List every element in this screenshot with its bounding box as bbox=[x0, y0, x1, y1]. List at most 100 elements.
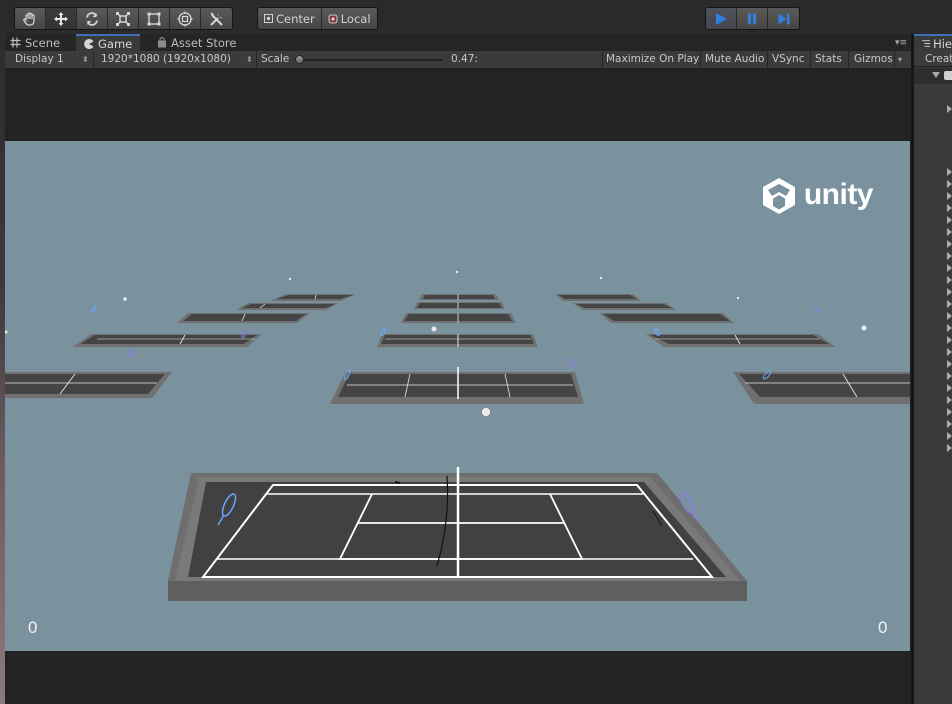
gizmos-dropdown-arrow-icon[interactable]: ▾ bbox=[898, 55, 902, 64]
play-button[interactable] bbox=[706, 8, 737, 29]
resolution-dropdown-arrow-icon: ⬍ bbox=[246, 55, 253, 64]
wrench-screwdriver-icon bbox=[209, 12, 223, 26]
expand-arrow-icon[interactable] bbox=[947, 228, 952, 236]
expand-arrow-icon[interactable] bbox=[947, 384, 952, 392]
game-viewport[interactable]: unity 0 0 bbox=[5, 141, 910, 651]
tennis-court bbox=[5, 372, 172, 398]
tab-asset-store-label: Asset Store bbox=[171, 35, 237, 50]
expand-arrow-icon[interactable] bbox=[947, 312, 952, 320]
unity-scene-icon bbox=[944, 71, 952, 80]
maximize-on-play-toggle[interactable]: Maximize On Play bbox=[606, 53, 699, 65]
view-tab-bar: Scene Game Asset Store ▾≡ bbox=[5, 34, 911, 51]
expand-arrow-icon[interactable] bbox=[947, 372, 952, 380]
custom-editor-tool-button[interactable] bbox=[201, 8, 232, 29]
near-middle-court-row bbox=[5, 367, 910, 404]
gizmos-toggle[interactable]: Gizmos bbox=[854, 53, 893, 65]
mute-audio-toggle[interactable]: Mute Audio bbox=[705, 53, 764, 65]
pivot-rotation-label: Local bbox=[340, 11, 371, 26]
ball-icon bbox=[431, 326, 437, 332]
expand-arrow-icon[interactable] bbox=[947, 444, 952, 452]
hierarchy-list-icon bbox=[922, 40, 931, 47]
expand-arrow-icon[interactable] bbox=[947, 192, 952, 200]
expand-arrow-icon[interactable] bbox=[947, 324, 952, 332]
hierarchy-create-dropdown[interactable]: Creat bbox=[914, 51, 952, 67]
expand-arrow-icon[interactable] bbox=[947, 180, 952, 188]
scale-icon bbox=[115, 11, 131, 26]
expand-arrow-icon[interactable] bbox=[932, 72, 940, 78]
scale-slider-track[interactable] bbox=[297, 59, 443, 61]
expand-arrow-icon[interactable] bbox=[947, 216, 952, 224]
racket-icon bbox=[814, 305, 820, 313]
expand-arrow-icon[interactable] bbox=[947, 420, 952, 428]
move-tool-button[interactable] bbox=[46, 8, 77, 29]
expand-arrow-icon[interactable] bbox=[947, 252, 952, 260]
move-icon bbox=[54, 11, 68, 26]
hierarchy-panel: Hie Creat bbox=[914, 34, 952, 704]
tennis-court bbox=[419, 294, 499, 300]
hierarchy-scene-row[interactable] bbox=[914, 68, 952, 84]
expand-arrow-icon[interactable] bbox=[947, 240, 952, 248]
tennis-court bbox=[573, 303, 676, 310]
ball-icon bbox=[861, 325, 867, 331]
tennis-court bbox=[271, 294, 356, 301]
scale-value: 0.47: bbox=[451, 53, 478, 65]
resolution-label: 1920*1080 (1920x1080) bbox=[101, 53, 231, 65]
tennis-court bbox=[177, 313, 310, 323]
rotate-tool-button[interactable] bbox=[77, 8, 108, 29]
main-tennis-court bbox=[168, 467, 747, 601]
pivot-mode-button[interactable]: Center bbox=[258, 8, 322, 29]
rotate-icon bbox=[86, 11, 98, 26]
step-button[interactable] bbox=[768, 8, 799, 29]
expand-arrow-icon[interactable] bbox=[947, 105, 952, 113]
scale-slider-handle[interactable] bbox=[295, 55, 304, 64]
pivot-toggle-group: Center Local bbox=[257, 7, 378, 30]
expand-arrow-icon[interactable] bbox=[947, 432, 952, 440]
racket-icon bbox=[567, 357, 575, 369]
game-view-toolbar: Display 1 ⬍ 1920*1080 (1920x1080) ⬍ Scal… bbox=[5, 51, 911, 69]
stats-toggle[interactable]: Stats bbox=[815, 53, 842, 65]
ball-icon bbox=[123, 297, 127, 301]
expand-arrow-icon[interactable] bbox=[947, 168, 952, 176]
pivot-rotation-button[interactable]: Local bbox=[322, 8, 377, 29]
ball-icon bbox=[288, 277, 292, 281]
expand-arrow-icon[interactable] bbox=[947, 300, 952, 308]
expand-arrow-icon[interactable] bbox=[947, 204, 952, 212]
transform-tool-button[interactable] bbox=[170, 8, 201, 29]
tab-game-label: Game bbox=[98, 36, 133, 51]
hand-tool-button[interactable] bbox=[15, 8, 46, 29]
tab-options-menu[interactable]: ▾≡ bbox=[895, 38, 907, 48]
tennis-court bbox=[414, 302, 505, 309]
ball-icon bbox=[736, 296, 740, 300]
display-dropdown[interactable]: Display 1 bbox=[15, 53, 64, 65]
expand-arrow-icon[interactable] bbox=[947, 264, 952, 272]
tab-asset-store[interactable]: Asset Store bbox=[157, 34, 237, 51]
step-icon bbox=[778, 13, 789, 24]
expand-arrow-icon[interactable] bbox=[947, 360, 952, 368]
play-icon bbox=[716, 12, 727, 25]
unity-logo: unity bbox=[759, 175, 874, 215]
tab-scene[interactable]: Scene bbox=[10, 34, 60, 51]
tennis-court bbox=[600, 313, 734, 323]
racket-icon bbox=[127, 348, 137, 358]
tab-game[interactable]: Game bbox=[76, 34, 141, 51]
expand-arrow-icon[interactable] bbox=[947, 336, 952, 344]
combined-transform-icon bbox=[177, 11, 193, 26]
pause-button[interactable] bbox=[737, 8, 768, 29]
hierarchy-create-label: Creat bbox=[925, 53, 952, 65]
vsync-toggle[interactable]: VSync bbox=[772, 53, 805, 65]
pivot-center-icon bbox=[264, 14, 273, 23]
tab-hierarchy[interactable]: Hie bbox=[914, 34, 952, 51]
tennis-court bbox=[237, 303, 338, 310]
racket-icon bbox=[91, 305, 97, 313]
expand-arrow-icon[interactable] bbox=[947, 288, 952, 296]
rect-transform-icon bbox=[147, 12, 161, 25]
expand-arrow-icon[interactable] bbox=[947, 276, 952, 284]
resolution-dropdown[interactable]: 1920*1080 (1920x1080) bbox=[101, 53, 231, 65]
game-pacman-icon bbox=[84, 38, 94, 49]
expand-arrow-icon[interactable] bbox=[947, 396, 952, 404]
expand-arrow-icon[interactable] bbox=[947, 348, 952, 356]
unity-cube-icon bbox=[762, 178, 795, 214]
rect-tool-button[interactable] bbox=[139, 8, 170, 29]
scale-tool-button[interactable] bbox=[108, 8, 139, 29]
expand-arrow-icon[interactable] bbox=[947, 408, 952, 416]
